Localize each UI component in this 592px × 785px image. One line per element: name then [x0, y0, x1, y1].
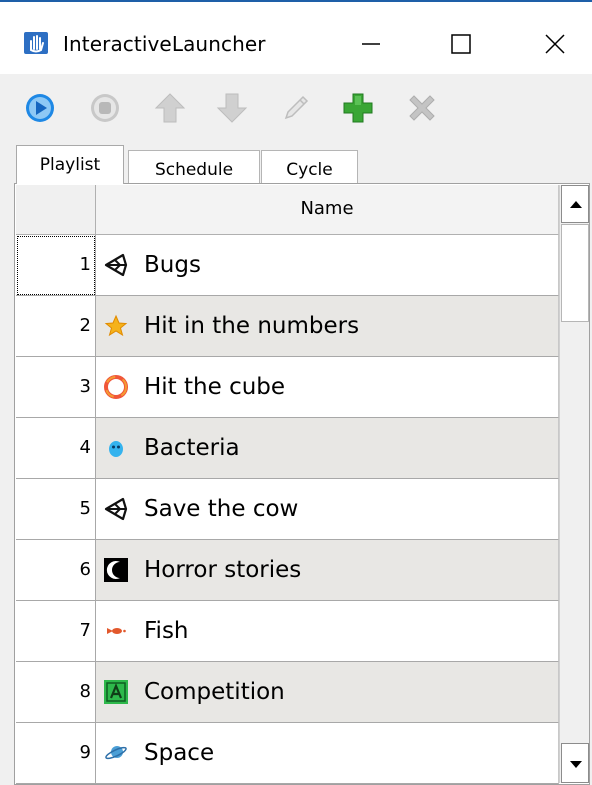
- row-number: 4: [16, 418, 96, 479]
- maximize-icon: [451, 34, 471, 54]
- close-button[interactable]: [524, 16, 580, 68]
- letter-a-icon: [103, 679, 129, 705]
- tab-playlist[interactable]: Playlist: [16, 145, 124, 184]
- tab-cycle-label: Cycle: [286, 160, 333, 180]
- tab-schedule[interactable]: Schedule: [128, 150, 260, 184]
- name-cell[interactable]: Hit the cube: [96, 357, 559, 418]
- scroll-up-button[interactable]: [561, 185, 589, 223]
- add-button[interactable]: [340, 90, 376, 126]
- table-row[interactable]: 1 Bugs: [16, 235, 559, 296]
- stop-icon: [91, 94, 119, 122]
- playlist-table[interactable]: Name 1 Bugs 2 Hit in the numbers 3 Hit t…: [14, 183, 590, 785]
- table-row[interactable]: 7 Fish: [16, 601, 559, 662]
- table-row[interactable]: 4 Bacteria: [16, 418, 559, 479]
- window-title: InteractiveLauncher: [63, 32, 266, 56]
- stop-button[interactable]: [87, 90, 123, 126]
- table-row[interactable]: 6 Horror stories: [16, 540, 559, 601]
- name-cell[interactable]: Save the cow: [96, 479, 559, 540]
- row-number: 1: [16, 235, 96, 296]
- fish-icon: [103, 618, 129, 644]
- scroll-down-arrow-icon: [570, 761, 582, 768]
- item-name: Fish: [144, 618, 189, 644]
- moon-icon: [103, 557, 129, 583]
- name-cell[interactable]: Horror stories: [96, 540, 559, 601]
- move-up-button[interactable]: [152, 90, 188, 126]
- move-down-button[interactable]: [214, 90, 250, 126]
- item-name: Bugs: [144, 252, 201, 278]
- item-name: Save the cow: [144, 496, 299, 522]
- item-name: Horror stories: [144, 557, 302, 583]
- arrow-down-icon: [216, 93, 248, 123]
- name-cell[interactable]: Bacteria: [96, 418, 559, 479]
- name-cell[interactable]: Competition: [96, 662, 559, 723]
- tab-schedule-label: Schedule: [154, 160, 234, 180]
- row-number: 5: [16, 479, 96, 540]
- row-number: 7: [16, 601, 96, 662]
- scroll-down-button[interactable]: [561, 743, 589, 783]
- star-icon: [103, 313, 129, 339]
- item-name: Hit the cube: [144, 374, 286, 400]
- table-row[interactable]: 8 Competition: [16, 662, 559, 723]
- minimize-icon: [362, 43, 380, 45]
- bacteria-icon: [103, 435, 129, 461]
- close-icon: [545, 34, 565, 54]
- delete-button[interactable]: [404, 90, 440, 126]
- row-number: 2: [16, 296, 96, 357]
- row-number: 8: [16, 662, 96, 723]
- tab-bar: Playlist Schedule Cycle: [0, 144, 592, 184]
- row-number: 6: [16, 540, 96, 601]
- table-row[interactable]: 2 Hit in the numbers: [16, 296, 559, 357]
- toolbar: [0, 74, 592, 144]
- edit-button[interactable]: [278, 90, 314, 126]
- item-name: Space: [144, 740, 215, 766]
- maximize-button[interactable]: [432, 16, 488, 68]
- table-corner-header[interactable]: [16, 185, 96, 235]
- unity-icon: [103, 252, 129, 278]
- tab-playlist-label: Playlist: [39, 155, 101, 175]
- tab-cycle[interactable]: Cycle: [261, 150, 358, 184]
- item-name: Hit in the numbers: [144, 313, 360, 339]
- scroll-thumb[interactable]: [561, 224, 589, 322]
- name-cell[interactable]: Fish: [96, 601, 559, 662]
- play-icon: [26, 94, 54, 122]
- unity-icon: [103, 496, 129, 522]
- vertical-scrollbar[interactable]: [559, 185, 589, 783]
- ring-icon: [103, 374, 129, 400]
- play-button[interactable]: [22, 90, 58, 126]
- table-row[interactable]: 9 Space: [16, 723, 559, 784]
- scroll-up-arrow-icon: [570, 201, 582, 208]
- name-cell[interactable]: Hit in the numbers: [96, 296, 559, 357]
- plus-icon: [343, 93, 373, 123]
- item-name: Bacteria: [144, 435, 240, 461]
- x-icon: [409, 95, 435, 121]
- row-number: 9: [16, 723, 96, 784]
- row-number: 3: [16, 357, 96, 418]
- name-cell[interactable]: Space: [96, 723, 559, 784]
- arrow-up-icon: [154, 93, 186, 123]
- planet-icon: [103, 740, 129, 766]
- name-cell[interactable]: Bugs: [96, 235, 559, 296]
- title-bar[interactable]: InteractiveLauncher: [0, 2, 592, 74]
- minimize-button[interactable]: [342, 16, 398, 68]
- column-header-name[interactable]: Name: [96, 185, 559, 235]
- table-row[interactable]: 3 Hit the cube: [16, 357, 559, 418]
- table-row[interactable]: 5 Save the cow: [16, 479, 559, 540]
- pencil-icon: [284, 95, 309, 120]
- item-name: Competition: [144, 679, 285, 705]
- app-hand-icon: [24, 32, 48, 54]
